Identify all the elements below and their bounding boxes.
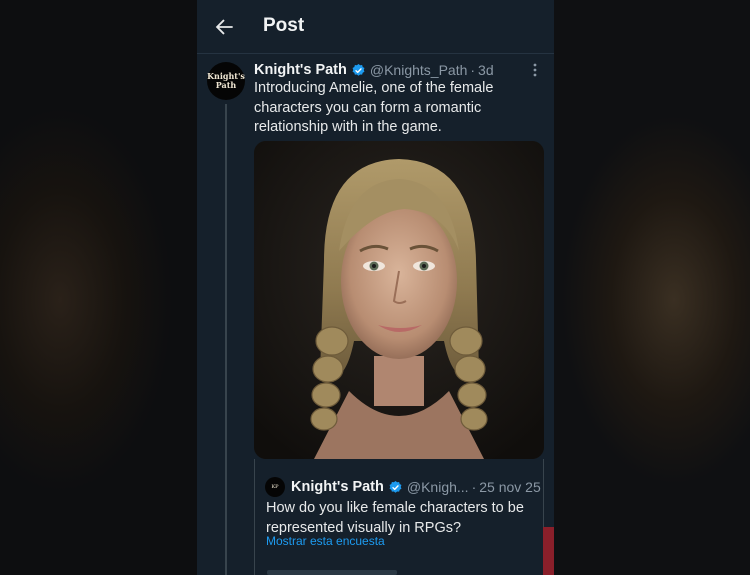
quoted-post-time[interactable]: 25 nov 25: [479, 479, 541, 495]
arrow-left-icon[interactable]: [211, 14, 237, 40]
thread-line: [225, 104, 227, 575]
red-strip: [543, 527, 554, 575]
avatar[interactable]: Knight's Path: [207, 62, 245, 100]
post-screen: Post Knight's Path Knight's Path @Knight…: [197, 0, 554, 575]
show-poll-link[interactable]: Mostrar esta encuesta: [266, 534, 385, 548]
post-image[interactable]: [254, 141, 544, 459]
verified-badge-icon: [389, 480, 402, 493]
quoted-post-text: How do you like female characters to be …: [266, 500, 524, 536]
post-text: Introducing Amelie, one of the female ch…: [254, 80, 494, 135]
author-name[interactable]: Knight's Path: [254, 62, 347, 78]
page-title: Post: [263, 15, 305, 36]
quoted-author-name[interactable]: Knight's Path: [291, 479, 384, 495]
separator-dot: ·: [471, 479, 477, 495]
quoted-post-header: KP Knight's Path @Knigh... · 25 nov 25: [265, 477, 541, 497]
quoted-author-handle[interactable]: @Knigh...: [407, 479, 469, 495]
character-portrait-image: [254, 141, 544, 459]
author-handle[interactable]: @Knights_Path: [370, 62, 468, 78]
separator-dot: ·: [470, 62, 476, 78]
post-header: Knight's Path @Knights_Path · 3d: [254, 60, 544, 80]
post-time[interactable]: 3d: [478, 62, 494, 78]
next-post-preview: [267, 570, 397, 575]
top-bar: Post: [197, 0, 554, 54]
quoted-avatar: KP: [265, 477, 285, 497]
verified-badge-icon: [352, 63, 365, 76]
more-vertical-icon[interactable]: [527, 62, 543, 78]
quoted-post[interactable]: KP Knight's Path @Knigh... · 25 nov 25 H…: [254, 459, 544, 575]
background-right: [554, 0, 750, 575]
background-left: [0, 0, 197, 575]
